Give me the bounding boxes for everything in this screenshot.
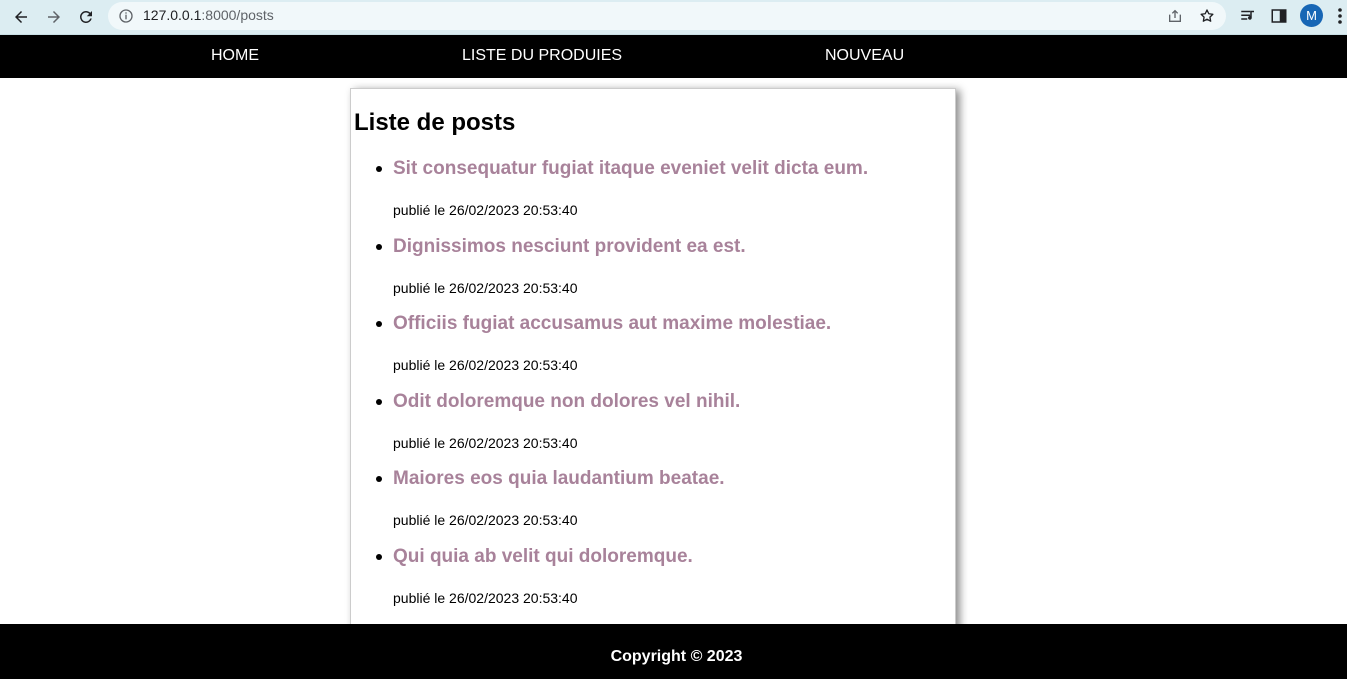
bullet-icon (376, 166, 382, 172)
nav-home-link[interactable]: HOME (211, 47, 259, 65)
back-button[interactable] (7, 3, 35, 31)
bullet-icon (376, 398, 382, 405)
post-date: publié le 26/02/2023 20:53:40 (393, 202, 578, 218)
more-vert-icon[interactable] (1335, 6, 1345, 26)
url-host: 127.0.0.1 (143, 7, 202, 23)
profile-avatar[interactable]: M (1300, 4, 1323, 27)
post-title-link[interactable]: Maiores eos quia laudantium beatae. (393, 468, 725, 490)
post-title-link[interactable]: Odit doloremque non dolores vel nihil. (393, 391, 740, 413)
site-navbar: HOME LISTE DU PRODUIES NOUVEAU (0, 35, 1347, 78)
page-title: Liste de posts (354, 109, 516, 136)
post-title-link[interactable]: Dignissimos nesciunt provident ea est. (393, 236, 746, 258)
browser-toolbar: 127.0.0.1:8000/posts M (0, 0, 1347, 35)
post-title-link[interactable]: Sit consequatur fugiat itaque eveniet ve… (393, 158, 868, 180)
reload-button[interactable] (72, 3, 100, 31)
post-date: publié le 26/02/2023 20:53:40 (393, 589, 578, 606)
side-panel-icon[interactable] (1270, 7, 1288, 25)
post-title-link[interactable]: Officiis fugiat accusamus aut maxime mol… (393, 313, 831, 335)
nav-product-list-link[interactable]: LISTE DU PRODUIES (462, 47, 622, 65)
post-date: publié le 26/02/2023 20:53:40 (393, 357, 578, 373)
bullet-icon (376, 243, 382, 250)
share-icon[interactable] (1167, 8, 1183, 24)
post-date: publié le 26/02/2023 20:53:40 (393, 512, 578, 528)
bullet-icon (376, 321, 382, 327)
url-path: :8000/posts (201, 7, 274, 23)
post-title-link[interactable]: Qui quia ab velit qui doloremque. (393, 546, 693, 568)
copyright-text: Copyright © 2023 (610, 648, 743, 665)
url-text[interactable]: 127.0.0.1:8000/posts (143, 7, 274, 23)
post-date: publié le 26/02/2023 20:53:40 (393, 434, 578, 451)
forward-arrow-icon (48, 11, 60, 23)
site-footer: Copyright © 2023 (0, 624, 1347, 679)
back-arrow-icon (15, 11, 27, 23)
nav-new-link[interactable]: NOUVEAU (825, 47, 904, 65)
posts-card: Liste de posts Sit consequatur fugiat it… (350, 88, 956, 650)
bullet-icon (376, 553, 382, 560)
reload-icon (79, 10, 92, 23)
address-bar[interactable]: 127.0.0.1:8000/posts (108, 2, 1226, 30)
bullet-icon (376, 476, 382, 482)
forward-button[interactable] (40, 3, 68, 31)
star-icon[interactable] (1199, 8, 1215, 24)
post-date: publié le 26/02/2023 20:53:40 (393, 279, 578, 296)
info-icon[interactable] (118, 8, 134, 24)
media-queue-icon[interactable] (1239, 7, 1257, 25)
